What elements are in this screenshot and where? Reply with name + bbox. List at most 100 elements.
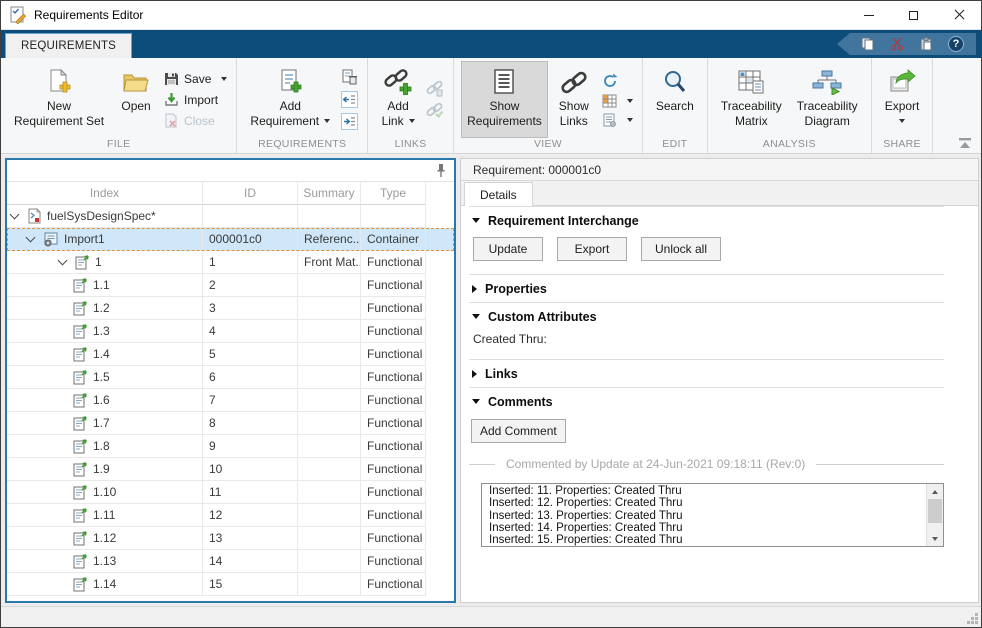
scroll-down-icon[interactable] [927, 531, 943, 546]
column-header-id[interactable]: ID [203, 182, 298, 205]
comment-text: Inserted: 11. Properties: Created Thru I… [482, 484, 943, 547]
table-row[interactable]: 1.1213Functional [7, 527, 454, 550]
requirements-editor-window: Requirements Editor REQUIREMENTS ? [0, 0, 982, 628]
scroll-up-icon[interactable] [927, 484, 943, 499]
refresh-button[interactable] [600, 72, 635, 90]
close-button[interactable] [936, 1, 981, 29]
table-header-row: Index ID Summary Type [7, 182, 454, 205]
delete-requirement-button[interactable] [339, 68, 360, 87]
table-row[interactable]: 1.45Functional [7, 343, 454, 366]
table-row[interactable]: 1.1112Functional [7, 504, 454, 527]
group-label-view: VIEW [454, 138, 642, 153]
search-button[interactable]: Search [650, 61, 700, 138]
columns-button[interactable] [600, 93, 635, 109]
close-file-button[interactable]: Close [162, 112, 229, 130]
panel-toolbar-strip [7, 160, 454, 182]
section-header-properties[interactable]: Properties [469, 275, 944, 302]
copy-icon[interactable] [861, 37, 875, 51]
update-button[interactable]: Update [473, 237, 543, 261]
table-row[interactable]: fuelSysDesignSpec* [7, 205, 454, 228]
refresh-icon [602, 73, 618, 89]
minimize-button[interactable] [846, 1, 891, 29]
open-button[interactable]: Open [113, 61, 159, 138]
collapse-ribbon-button[interactable] [957, 137, 973, 149]
traceability-matrix-button[interactable]: Traceability Matrix [715, 61, 788, 138]
export-dropdown-icon [899, 119, 905, 123]
new-requirement-set-button[interactable]: New Requirement Set [8, 61, 110, 138]
columns-dropdown-icon [627, 99, 633, 103]
section-header-interchange[interactable]: Requirement Interchange [469, 207, 944, 234]
table-row[interactable]: 1.78Functional [7, 412, 454, 435]
resize-grip[interactable] [966, 612, 979, 625]
table-row[interactable]: 1.12Functional [7, 274, 454, 297]
report-button[interactable] [600, 112, 635, 128]
delete-link-button[interactable] [424, 80, 446, 98]
paste-icon[interactable] [919, 37, 933, 51]
save-dropdown-icon [221, 77, 227, 81]
table-row[interactable]: 1.34Functional [7, 320, 454, 343]
maximize-button[interactable] [891, 1, 936, 29]
help-icon[interactable]: ? [948, 36, 964, 52]
column-header-type[interactable]: Type [361, 182, 426, 205]
pin-icon[interactable] [436, 163, 446, 178]
group-label-requirements: REQUIREMENTS [237, 138, 367, 153]
add-link-dropdown-icon [409, 119, 415, 123]
save-button[interactable]: Save [162, 70, 229, 88]
section-header-custom-attributes[interactable]: Custom Attributes [469, 303, 944, 330]
requirement-icon [73, 577, 88, 592]
table-row[interactable]: 1.910Functional [7, 458, 454, 481]
table-row-selected[interactable]: Import1 000001c0 Referenc... Container [7, 228, 454, 251]
show-links-icon [559, 69, 589, 95]
traceability-diagram-button[interactable]: Traceability Diagram [791, 61, 864, 138]
chevron-down-icon[interactable] [26, 233, 36, 243]
close-icon [954, 10, 964, 20]
export-button[interactable]: Export [879, 61, 926, 138]
traceability-diagram-icon [812, 69, 842, 95]
cut-icon[interactable] [890, 37, 904, 51]
scrollbar-thumb[interactable] [928, 499, 942, 523]
show-requirements-button[interactable]: Show Requirements [461, 61, 548, 138]
promote-requirement-button[interactable] [339, 90, 360, 109]
column-header-summary[interactable]: Summary [298, 182, 361, 205]
show-links-button[interactable]: Show Links [551, 61, 597, 138]
group-label-edit: EDIT [643, 138, 707, 153]
section-header-links[interactable]: Links [469, 360, 944, 387]
comment-box[interactable]: Inserted: 11. Properties: Created Thru I… [481, 483, 944, 547]
import-icon [164, 92, 179, 107]
table-row[interactable]: 1.1415Functional [7, 573, 454, 596]
table-row[interactable]: 1.23Functional [7, 297, 454, 320]
table-row[interactable]: 1.56Functional [7, 366, 454, 389]
requirement-icon [75, 255, 90, 270]
clean-links-button[interactable] [424, 101, 446, 119]
ribbon-group-share: Export SHARE [872, 58, 934, 153]
traceability-matrix-icon [737, 69, 765, 95]
add-comment-button[interactable]: Add Comment [471, 419, 566, 443]
export-details-button[interactable]: Export [557, 237, 627, 261]
import-button[interactable]: Import [162, 91, 229, 109]
requirement-icon [73, 347, 88, 362]
collapse-triangle-icon [472, 314, 480, 319]
add-requirement-button[interactable]: Add Requirement [244, 61, 336, 138]
minimize-icon [864, 15, 874, 16]
table-row[interactable]: 1.89Functional [7, 435, 454, 458]
tab-requirements[interactable]: REQUIREMENTS [5, 33, 132, 58]
add-link-button[interactable]: Add Link [375, 61, 421, 138]
requirement-icon [73, 531, 88, 546]
chevron-down-icon[interactable] [58, 256, 68, 266]
table-row[interactable]: 1 1 Front Mat... Functional [7, 251, 454, 274]
section-header-comments[interactable]: Comments [469, 388, 944, 415]
unlock-all-button[interactable]: Unlock all [641, 237, 721, 261]
table-row[interactable]: 1.1314Functional [7, 550, 454, 573]
table-row[interactable]: 1.67Functional [7, 389, 454, 412]
demote-requirement-button[interactable] [339, 112, 360, 131]
requirement-icon [73, 278, 88, 293]
column-header-index[interactable]: Index [7, 182, 203, 205]
report-dropdown-icon [627, 118, 633, 122]
app-icon [9, 6, 27, 24]
section-custom-attributes: Custom Attributes Created Thru: [469, 302, 944, 346]
tab-details[interactable]: Details [464, 182, 533, 206]
clean-links-icon [426, 102, 444, 118]
comment-scrollbar[interactable] [926, 484, 943, 546]
chevron-down-icon[interactable] [10, 210, 20, 220]
table-row[interactable]: 1.1011Functional [7, 481, 454, 504]
